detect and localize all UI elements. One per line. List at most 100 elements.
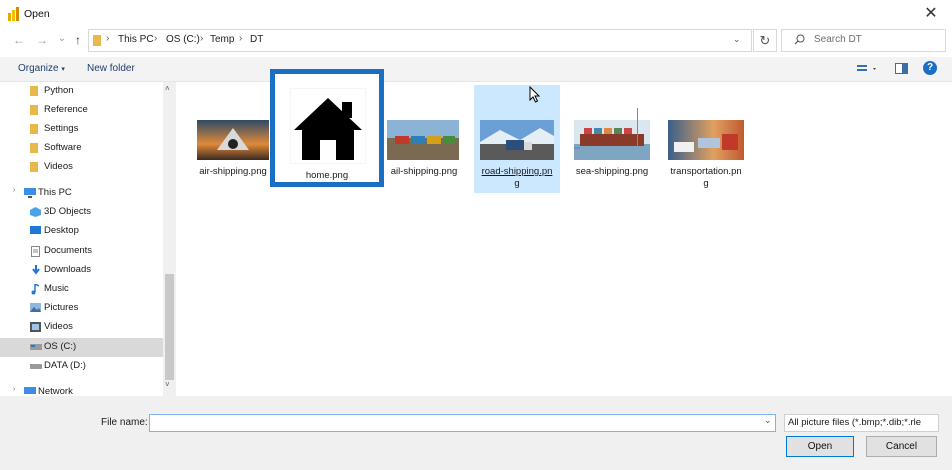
- sidebar-item-label: Network: [38, 386, 73, 396]
- sidebar-item-label: DATA (D:): [44, 360, 86, 371]
- sidebar-item-3d-objects[interactable]: 3D Objects: [0, 203, 163, 222]
- search-icon: [794, 34, 805, 45]
- network-icon: [24, 387, 36, 396]
- sidebar-item-label: Python: [44, 85, 74, 96]
- scroll-down-chevron-icon[interactable]: ˅: [165, 380, 170, 389]
- file-type-filter-value: All picture files (*.bmp;*.dib;*.rle: [788, 417, 922, 428]
- mouse-cursor-icon: [529, 86, 541, 103]
- sea-shipping-thumbnail: [574, 120, 650, 160]
- breadcrumb-separator-icon: ›: [106, 33, 110, 44]
- help-icon[interactable]: ?: [923, 61, 937, 75]
- drive-icon: [30, 364, 42, 374]
- sidebar-item-network[interactable]: › Network: [0, 383, 163, 396]
- sidebar-item-software[interactable]: Software: [0, 139, 163, 158]
- recent-locations-chevron-icon[interactable]: ⌄: [54, 31, 70, 47]
- sidebar-item-label: 3D Objects: [44, 206, 91, 217]
- folder-icon: [93, 35, 101, 46]
- search-input[interactable]: Search DT: [781, 29, 946, 52]
- file-name-label: sea-shipping.png: [575, 166, 649, 177]
- sidebar-item-reference[interactable]: Reference: [0, 101, 163, 120]
- sidebar-item-label: Pictures: [44, 302, 79, 313]
- breadcrumb-item[interactable]: Temp: [210, 34, 234, 45]
- pictures-icon: [30, 303, 41, 313]
- sidebar-item-python[interactable]: Python: [0, 82, 163, 101]
- sidebar-item-data-d[interactable]: DATA (D:): [0, 357, 163, 376]
- file-name-label-continuation: g: [514, 178, 520, 189]
- sidebar-item-settings[interactable]: Settings: [0, 120, 163, 139]
- folder-icon: [30, 105, 40, 115]
- dialog-footer: [0, 396, 952, 470]
- file-name-label: File name:: [101, 417, 148, 428]
- forward-arrow-icon[interactable]: →: [34, 32, 50, 48]
- sidebar-item-label: Videos: [44, 161, 73, 172]
- title-bar: Open ✕: [0, 0, 952, 28]
- sidebar-item-documents[interactable]: Documents: [0, 242, 163, 261]
- file-item-rail-shipping[interactable]: ail-shipping.png: [383, 106, 465, 186]
- new-folder-button[interactable]: New folder: [87, 63, 135, 74]
- file-item-transportation[interactable]: transportation.pn g: [664, 106, 748, 198]
- sidebar-item-os-c[interactable]: OS (C:): [0, 338, 163, 357]
- download-icon: [31, 265, 41, 275]
- organize-label: Organize: [18, 63, 59, 74]
- breadcrumb-item[interactable]: OS (C:): [166, 34, 200, 45]
- file-name-label: ail-shipping.png: [390, 166, 458, 177]
- app-icon: [8, 7, 19, 21]
- drive-icon: [30, 344, 42, 354]
- sidebar-item-music[interactable]: Music: [0, 280, 163, 299]
- sidebar-item-label: Software: [44, 142, 82, 153]
- folder-icon: [30, 143, 40, 153]
- sidebar-item-videos[interactable]: Videos: [0, 318, 163, 337]
- cube-icon: [30, 207, 41, 217]
- sidebar-item-pictures[interactable]: Pictures: [0, 299, 163, 318]
- document-icon: [31, 246, 41, 257]
- preview-pane-icon[interactable]: [895, 63, 908, 74]
- close-icon[interactable]: ✕: [920, 4, 942, 24]
- folder-icon: [30, 124, 40, 134]
- file-name-dropdown-chevron-icon[interactable]: ⌄: [764, 415, 772, 426]
- rail-shipping-thumbnail: [387, 120, 459, 160]
- sidebar-item-label: Music: [44, 283, 69, 294]
- sidebar-item-videos-folder[interactable]: Videos: [0, 158, 163, 177]
- sidebar-item-label: This PC: [38, 187, 72, 198]
- file-name-label: road-shipping.pn: [481, 166, 553, 177]
- address-bar[interactable]: › This PC › OS (C:) › Temp › DT ⌄: [88, 29, 752, 52]
- address-dropdown-chevron-icon[interactable]: ⌄: [733, 34, 741, 45]
- file-name-label: air-shipping.png: [199, 166, 267, 177]
- sidebar-item-label: Settings: [44, 123, 79, 134]
- breadcrumb-separator-icon: ›: [200, 33, 204, 44]
- expand-chevron-icon[interactable]: ›: [13, 386, 15, 393]
- breadcrumb-separator-icon: ›: [154, 33, 158, 44]
- sidebar-item-label: OS (C:): [44, 341, 77, 352]
- file-item-air-shipping[interactable]: air-shipping.png: [193, 106, 273, 186]
- desktop-icon: [30, 226, 41, 236]
- sidebar-item-downloads[interactable]: Downloads: [0, 261, 163, 280]
- expand-chevron-icon[interactable]: ›: [13, 187, 15, 194]
- file-name-input[interactable]: ⌄: [149, 414, 776, 432]
- scrollbar-thumb[interactable]: [165, 274, 174, 380]
- file-item-sea-shipping[interactable]: sea-shipping.png: [570, 106, 654, 186]
- sidebar-item-label: Reference: [44, 104, 88, 115]
- scroll-up-chevron-icon[interactable]: ˄: [165, 84, 170, 93]
- view-options-icon[interactable]: [857, 64, 879, 74]
- thumbnail-divider: [637, 108, 638, 146]
- navigation-pane: Python Reference Settings Software Video…: [0, 82, 176, 396]
- open-button[interactable]: Open: [786, 436, 854, 457]
- file-name-label: home.png: [305, 170, 349, 181]
- file-type-filter-select[interactable]: All picture files (*.bmp;*.dib;*.rle: [784, 414, 939, 432]
- search-placeholder: Search DT: [814, 34, 862, 45]
- command-toolbar: Organize ▾ New folder ?: [0, 57, 952, 82]
- up-arrow-icon[interactable]: ↑: [70, 32, 86, 48]
- file-item-road-shipping[interactable]: road-shipping.pn g: [474, 85, 560, 193]
- sidebar-item-this-pc[interactable]: › This PC: [0, 184, 163, 203]
- breadcrumb-item[interactable]: DT: [250, 34, 263, 45]
- back-arrow-icon[interactable]: ←: [11, 32, 27, 48]
- video-icon: [30, 322, 41, 332]
- file-item-home[interactable]: home.png: [270, 69, 384, 187]
- computer-icon: [24, 188, 36, 198]
- window-title: Open: [24, 8, 50, 20]
- organize-button[interactable]: Organize ▾: [18, 63, 65, 74]
- cancel-button[interactable]: Cancel: [866, 436, 937, 457]
- refresh-icon[interactable]: ↻: [753, 29, 777, 52]
- breadcrumb-item[interactable]: This PC: [118, 34, 154, 45]
- sidebar-item-desktop[interactable]: Desktop: [0, 222, 163, 241]
